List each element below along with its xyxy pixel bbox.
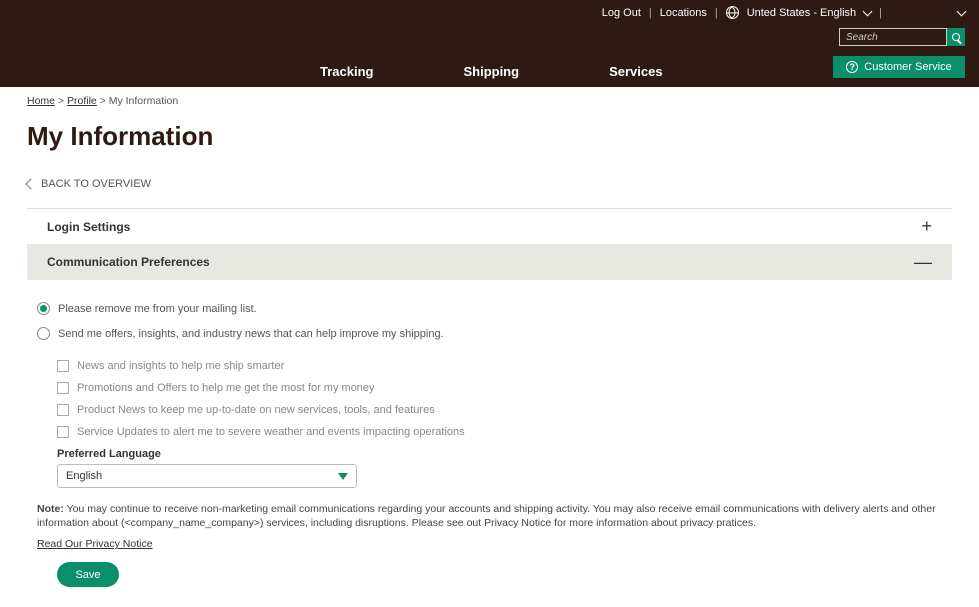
locations-link[interactable]: Locations [660,7,707,19]
note-text: Note: You may continue to receive non-ma… [37,502,942,530]
section-login-label: Login Settings [47,220,130,234]
save-button[interactable]: Save [57,562,119,587]
nav-shipping[interactable]: Shipping [463,64,519,79]
checkbox-product-label: Product News to keep me up-to-date on ne… [77,404,435,416]
search-icon [952,33,960,41]
section-comm-label: Communication Preferences [47,255,210,269]
checkbox-news-label: News and insights to help me ship smarte… [77,360,284,372]
checkbox-service-updates[interactable] [57,426,69,438]
back-link-label: BACK TO OVERVIEW [41,178,151,190]
search-input[interactable] [839,28,947,46]
minus-icon: — [914,252,932,273]
chevron-left-icon [25,178,36,189]
logout-link[interactable]: Log Out [602,7,641,19]
breadcrumb: Home > Profile > My Information [27,87,952,115]
nav-tracking[interactable]: Tracking [320,64,373,79]
search-button[interactable] [947,28,965,46]
help-icon: ? [846,61,858,73]
search-box [839,28,965,46]
note-body: You may continue to receive non-marketin… [37,503,936,529]
content: Home > Profile > My Information My Infor… [0,87,979,607]
check-row-promo: Promotions and Offers to help me get the… [57,382,942,394]
customer-service-label: Customer Service [864,61,951,73]
preferred-language-label: Preferred Language [57,448,942,460]
radio-row-send: Send me offers, insights, and industry n… [37,327,942,340]
section-login-settings[interactable]: Login Settings + [27,208,952,244]
locale-selector[interactable]: Unted States - English [747,7,856,19]
checkbox-service-label: Service Updates to alert me to severe we… [77,426,465,438]
triangle-down-icon [338,473,348,480]
checkbox-news[interactable] [57,360,69,372]
radio-remove-label: Please remove me from your mailing list. [58,303,257,315]
checkbox-promotions[interactable] [57,382,69,394]
top-links: Log Out | Locations | Unted States - Eng… [602,6,965,19]
checkbox-group: News and insights to help me ship smarte… [57,360,942,438]
breadcrumb-home[interactable]: Home [27,95,55,107]
check-row-news: News and insights to help me ship smarte… [57,360,942,372]
breadcrumb-current: My Information [109,95,178,107]
separator: | [649,7,652,19]
radio-remove-mailing[interactable] [37,302,50,315]
separator: | [715,7,718,19]
customer-service-button[interactable]: ? Customer Service [833,56,965,78]
separator: | [879,7,882,19]
section-communication-preferences[interactable]: Communication Preferences — [27,244,952,280]
plus-icon: + [921,216,932,237]
back-link[interactable]: BACK TO OVERVIEW [27,178,952,190]
preferred-language-value: English [66,470,102,482]
checkbox-promo-label: Promotions and Offers to help me get the… [77,382,375,394]
breadcrumb-profile[interactable]: Profile [67,95,97,107]
page-title: My Information [27,121,952,152]
main-nav: Tracking Shipping Services [320,64,663,79]
check-row-product: Product News to keep me up-to-date on ne… [57,404,942,416]
note-label: Note: [37,503,64,515]
radio-send-label: Send me offers, insights, and industry n… [58,328,444,340]
radio-send-offers[interactable] [37,327,50,340]
chevron-down-icon[interactable] [863,7,873,17]
checkbox-product-news[interactable] [57,404,69,416]
header: Log Out | Locations | Unted States - Eng… [0,0,979,87]
preferred-language-select[interactable]: English [57,464,357,488]
check-row-service: Service Updates to alert me to severe we… [57,426,942,438]
radio-row-remove: Please remove me from your mailing list. [37,302,942,315]
privacy-notice-link[interactable]: Read Our Privacy Notice [37,538,153,550]
communication-preferences-body: Please remove me from your mailing list.… [27,280,952,587]
nav-services[interactable]: Services [609,64,663,79]
globe-icon [726,6,739,19]
chevron-down-icon[interactable] [957,7,967,17]
